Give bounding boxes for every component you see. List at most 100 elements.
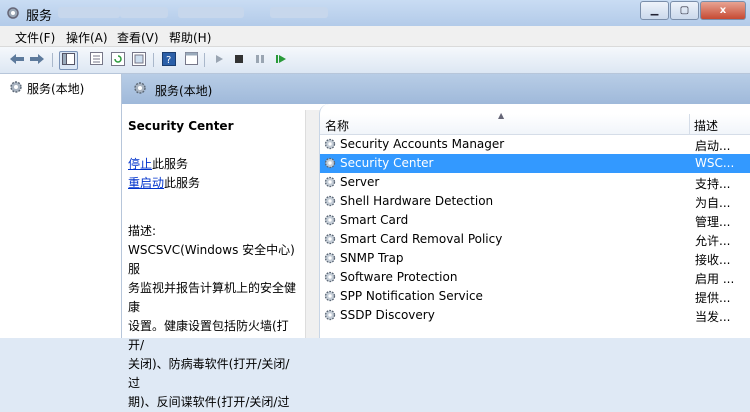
console-tree-icon: [62, 53, 75, 68]
toolbar: ?: [0, 47, 750, 74]
service-name: Server: [340, 175, 380, 189]
menu-file[interactable]: 文件(F): [15, 29, 55, 46]
properties-button[interactable]: [87, 51, 105, 69]
service-name: SNMP Trap: [340, 251, 404, 265]
service-description-cell: WSC...: [695, 156, 735, 170]
help-button[interactable]: ?: [160, 51, 178, 69]
export-icon: [132, 51, 146, 69]
service-gear-icon: [323, 289, 337, 306]
close-button[interactable]: x: [700, 1, 746, 20]
back-arrow-icon: [9, 53, 25, 68]
service-description-cell: 启动...: [695, 139, 731, 153]
column-divider[interactable]: [689, 114, 690, 134]
refresh-icon: [111, 51, 125, 69]
service-row[interactable]: Smart Card Removal Policy 允许...: [320, 230, 750, 249]
description-label: 描述:: [128, 224, 157, 238]
service-description-cell: 允许...: [695, 234, 731, 248]
service-gear-icon: [323, 308, 337, 325]
service-name: Shell Hardware Detection: [340, 194, 494, 208]
description-line: 关闭)、防病毒软件(打开/关闭/过: [128, 357, 290, 390]
restart-icon: [275, 53, 287, 67]
window-icon: [184, 52, 198, 68]
column-header-description[interactable]: 描述: [694, 117, 718, 134]
service-gear-icon: [323, 137, 337, 154]
refresh-button[interactable]: [109, 51, 127, 69]
service-row[interactable]: Server 支持...: [320, 173, 750, 192]
stop-service-suffix: 此服务: [152, 157, 189, 171]
service-row[interactable]: Smart Card 管理...: [320, 211, 750, 230]
description-line: 期)、反间谍软件(打开/关闭/过: [128, 395, 290, 409]
pause-icon: [255, 53, 265, 67]
sort-ascending-icon: ▲: [498, 111, 505, 120]
service-description-cell: 启用 ...: [695, 272, 735, 286]
toolbar-separator: [153, 53, 154, 67]
svg-text:?: ?: [166, 55, 171, 66]
services-app-icon: [5, 5, 21, 24]
service-row[interactable]: Software Protection 启用 ...: [320, 268, 750, 287]
service-name: Security Accounts Manager: [340, 137, 505, 151]
service-description-cell: 当发...: [695, 310, 731, 324]
service-description-cell: 接收...: [695, 253, 731, 267]
console-window-button[interactable]: [182, 51, 200, 69]
blurred-title-segment: [270, 7, 328, 18]
service-description-cell: 提供...: [695, 291, 731, 305]
service-description-cell: 管理...: [695, 215, 731, 229]
minimize-button[interactable]: ▁: [640, 1, 669, 20]
gear-icon: [132, 80, 148, 99]
toolbar-separator: [52, 53, 53, 67]
stop-service-link[interactable]: 停止: [128, 157, 152, 171]
service-gear-icon: [323, 156, 337, 173]
service-description-cell: 为自...: [695, 196, 731, 210]
blurred-title-segment: [178, 7, 244, 18]
tree-item-services-local[interactable]: 服务(本地): [8, 79, 84, 98]
back-button[interactable]: [8, 51, 26, 69]
menu-bar: 文件(F) 操作(A) 查看(V) 帮助(H): [0, 26, 750, 47]
show-console-tree-button[interactable]: [59, 51, 78, 70]
service-gear-icon: [323, 194, 337, 211]
stop-service-line: 停止此服务: [128, 155, 200, 174]
description-line: 务监视并报告计算机上的安全健康: [128, 281, 297, 314]
menu-view[interactable]: 查看(V): [117, 29, 159, 46]
pause-service-button[interactable]: [251, 51, 269, 69]
description-line: 设置。健康设置包括防火墙(打开/: [128, 319, 289, 352]
restart-service-link[interactable]: 重启动: [128, 176, 164, 190]
restart-service-button[interactable]: [272, 51, 290, 69]
start-service-button[interactable]: [210, 51, 228, 69]
service-row[interactable]: Shell Hardware Detection 为自...: [320, 192, 750, 211]
service-gear-icon: [323, 213, 337, 230]
help-icon: ?: [162, 51, 176, 69]
service-row[interactable]: SNMP Trap 接收...: [320, 249, 750, 268]
service-gear-icon: [323, 251, 337, 268]
maximize-button[interactable]: ▢: [670, 1, 699, 20]
export-list-button[interactable]: [130, 51, 148, 69]
service-name: SSDP Discovery: [340, 308, 435, 322]
console-tree: 服务(本地): [0, 74, 122, 338]
description-line: WSCSVC(Windows 安全中心)服: [128, 243, 295, 276]
service-detail-pane: Security Center 停止此服务 重启动此服务 描述: WSCSVC(…: [122, 110, 304, 409]
main-panel: 服务(本地) Security Center 停止此服务 重启动此服务 描述: …: [122, 74, 750, 409]
gear-icon: [8, 79, 24, 98]
service-row[interactable]: Security Accounts Manager 启动...: [320, 135, 750, 154]
menu-action[interactable]: 操作(A): [66, 29, 108, 46]
panel-title: 服务(本地): [155, 84, 213, 98]
restart-service-line: 重启动此服务: [128, 174, 200, 193]
forward-button[interactable]: [28, 51, 46, 69]
service-name: Security Center: [340, 156, 434, 170]
forward-arrow-icon: [29, 53, 45, 68]
minimize-icon: ▁: [650, 5, 659, 16]
service-gear-icon: [323, 175, 337, 192]
column-header-name[interactable]: 名称: [325, 117, 349, 134]
blurred-title-segment: [58, 7, 120, 18]
menu-help[interactable]: 帮助(H): [169, 29, 211, 46]
service-row[interactable]: SPP Notification Service 提供...: [320, 287, 750, 306]
list-header: ▲ 名称 描述: [320, 111, 750, 135]
service-name: SPP Notification Service: [340, 289, 483, 303]
tree-item-label: 服务(本地): [27, 82, 85, 96]
window-title: 服务: [26, 9, 53, 24]
service-row[interactable]: SSDP Discovery 当发...: [320, 306, 750, 325]
maximize-icon: ▢: [679, 5, 690, 16]
service-description: 描述: WSCSVC(Windows 安全中心)服 务监视并报告计算机上的安全健…: [128, 222, 300, 412]
stop-service-button[interactable]: [230, 51, 248, 69]
play-icon: [214, 53, 224, 67]
service-row-selected[interactable]: Security Center WSC...: [320, 154, 750, 173]
